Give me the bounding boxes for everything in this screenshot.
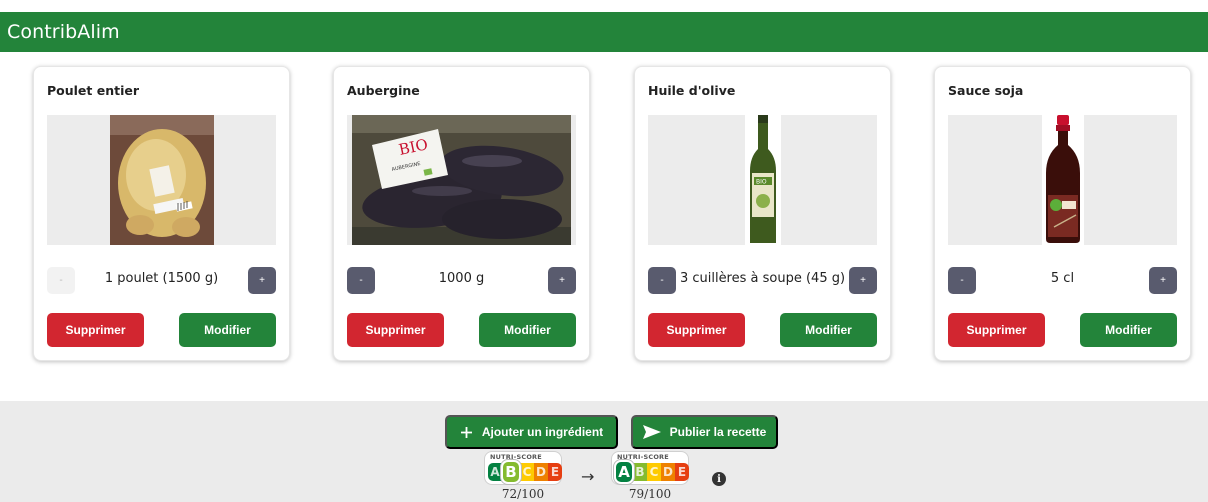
top-bar: ContribAlim: [0, 12, 1208, 52]
add-ingredient-label: Ajouter un ingrédient: [481, 425, 604, 439]
delete-button[interactable]: Supprimer: [347, 313, 444, 347]
quantity-value: 1000 g: [438, 271, 485, 286]
ingredient-card: Huile d'olive BIO - 3 cuillères à soupe …: [634, 66, 891, 361]
ingredient-name: Sauce soja: [948, 83, 1024, 98]
ingredient-image-frame: BIO AUBERGINE: [347, 115, 576, 245]
publish-recipe-button[interactable]: Publier la recette: [631, 415, 778, 449]
recipe-footer: Ajouter un ingrédient Publier la recette…: [0, 401, 1208, 502]
increase-quantity-button[interactable]: +: [248, 267, 276, 294]
aubergine-photo: BIO AUBERGINE: [352, 115, 571, 245]
edit-button[interactable]: Modifier: [1080, 313, 1177, 347]
page: ContribAlim Poulet entier - 1 poulet (15…: [0, 0, 1208, 502]
nutriscore-letter-c: C: [520, 463, 534, 481]
ingredient-image-frame: BIO: [648, 115, 877, 245]
quantity-stepper: - 1000 g +: [347, 267, 576, 294]
edit-button[interactable]: Modifier: [780, 313, 877, 347]
decrease-quantity-button[interactable]: -: [948, 267, 976, 294]
nutriscore-letter-b: B: [633, 463, 647, 481]
card-actions: Supprimer Modifier: [47, 313, 276, 347]
publish-recipe-label: Publier la recette: [669, 425, 767, 439]
arrow-right-icon: →: [581, 467, 595, 486]
quantity-value: 1 poulet (1500 g): [104, 271, 219, 286]
decrease-quantity-button[interactable]: -: [648, 267, 676, 294]
plus-icon: [460, 426, 473, 439]
nutriscore-letter-d: D: [661, 463, 675, 481]
decrease-quantity-button[interactable]: -: [347, 267, 375, 294]
nutriscore-badge: NUTRI-SCORE A B C D E: [484, 451, 562, 485]
ingredient-name: Aubergine: [347, 83, 420, 98]
add-ingredient-button[interactable]: Ajouter un ingrédient: [445, 415, 618, 449]
quantity-value: 3 cuillères à soupe (45 g): [679, 271, 846, 286]
edit-button[interactable]: Modifier: [479, 313, 576, 347]
edit-button[interactable]: Modifier: [179, 313, 276, 347]
increase-quantity-button[interactable]: +: [849, 267, 877, 294]
ingredient-image-frame: [47, 115, 276, 245]
nutriscore-grade: B: [501, 460, 521, 484]
info-icon[interactable]: i: [712, 472, 726, 486]
ingredient-card: Aubergine BIO AUBERGINE - 1000 g + Suppr…: [333, 66, 590, 361]
nutriscore-badge: NUTRI-SCORE A B C D E: [611, 451, 689, 485]
send-icon: [642, 425, 661, 439]
ingredient-name: Huile d'olive: [648, 83, 736, 98]
nutriscore-grade: A: [614, 460, 634, 484]
quantity-stepper: - 3 cuillères à soupe (45 g) +: [648, 267, 877, 294]
ingredient-image-frame: [948, 115, 1177, 245]
nutriscore-value: 79/100: [628, 487, 672, 501]
card-actions: Supprimer Modifier: [948, 313, 1177, 347]
nutriscore-letter-e: E: [675, 463, 689, 481]
ingredient-name: Poulet entier: [47, 83, 140, 98]
nutriscore-letter-c: C: [647, 463, 661, 481]
poulet-entier-photo: [109, 115, 214, 245]
card-actions: Supprimer Modifier: [347, 313, 576, 347]
delete-button[interactable]: Supprimer: [948, 313, 1045, 347]
nutriscore-letter-d: D: [534, 463, 548, 481]
huile-olive-photo: BIO: [744, 115, 781, 245]
increase-quantity-button[interactable]: +: [548, 267, 576, 294]
quantity-stepper: - 1 poulet (1500 g) +: [47, 267, 276, 294]
quantity-stepper: - 5 cl +: [948, 267, 1177, 294]
nutriscore-before: NUTRI-SCORE A B C D E 72/100: [484, 451, 562, 501]
nutriscore-value: 72/100: [501, 487, 545, 501]
delete-button[interactable]: Supprimer: [47, 313, 144, 347]
nutriscore-scale: A B C D E: [488, 460, 562, 484]
quantity-value: 5 cl: [1050, 271, 1075, 286]
nutriscore-letter-e: E: [548, 463, 562, 481]
nutriscore-scale: A B C D E: [614, 460, 689, 484]
card-actions: Supprimer Modifier: [648, 313, 877, 347]
increase-quantity-button[interactable]: +: [1149, 267, 1177, 294]
nutriscore-after: NUTRI-SCORE A B C D E 79/100: [611, 451, 689, 501]
sauce-soja-photo: [1041, 115, 1084, 245]
nutriscore-letter-a: A: [488, 463, 502, 481]
decrease-quantity-button[interactable]: -: [47, 267, 75, 294]
ingredient-card: Poulet entier - 1 poulet (1500 g) + Supp…: [33, 66, 290, 361]
delete-button[interactable]: Supprimer: [648, 313, 745, 347]
svg-text:BIO: BIO: [756, 179, 767, 186]
app-title: ContribAlim: [7, 21, 120, 43]
ingredient-card: Sauce soja - 5 cl + Supprimer Modifier: [934, 66, 1191, 361]
ingredient-cards: Poulet entier - 1 poulet (1500 g) + Supp…: [33, 66, 1193, 361]
